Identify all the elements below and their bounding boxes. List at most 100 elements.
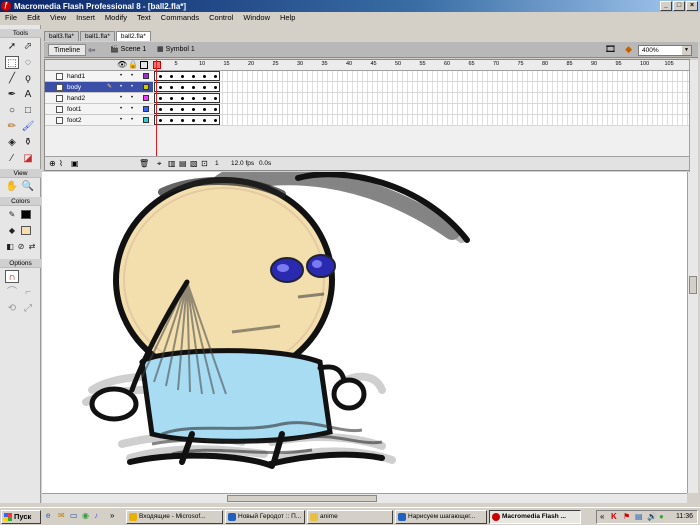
layer-row-hand1[interactable]: hand1 • • (45, 71, 153, 82)
flag-icon[interactable]: ⚑ (623, 511, 630, 523)
scroll-thumb[interactable] (227, 495, 377, 502)
edit-symbol-icon[interactable]: ◆ (625, 44, 632, 55)
layer-outline-color[interactable] (143, 117, 149, 123)
tray-expand-icon[interactable]: « (600, 511, 604, 523)
onion-outline-icon[interactable]: ▤ (179, 159, 187, 168)
stroke-color-icon[interactable]: ✎ (5, 208, 19, 221)
layer-outline-color[interactable] (143, 95, 149, 101)
insert-folder-icon[interactable]: ▣ (71, 159, 79, 168)
stage-canvas[interactable] (42, 172, 687, 493)
center-frame-icon[interactable]: ⌖ (157, 159, 162, 169)
menu-insert[interactable]: Insert (71, 13, 100, 22)
eyedropper-tool-icon[interactable]: ⁄ (5, 152, 19, 165)
layer-frames[interactable] (153, 93, 691, 104)
keyframe-dot[interactable] (214, 86, 217, 89)
rotate-option-icon[interactable]: ⟲ (5, 302, 19, 315)
maximize-button[interactable]: □ (673, 1, 685, 11)
layer-outline-color[interactable] (143, 106, 149, 112)
brush-tool-icon[interactable]: 🖌 (21, 120, 35, 133)
zoom-tool-icon[interactable]: 🔍 (21, 180, 35, 193)
zoom-select[interactable]: 400% ▼ (638, 45, 692, 56)
keyframe-dot[interactable] (181, 108, 184, 111)
lock-icon[interactable]: 🔒 (128, 60, 138, 69)
keyframe-dot[interactable] (203, 75, 206, 78)
task-flash[interactable]: Macromedia Flash ... (489, 510, 581, 524)
free-transform-tool-icon[interactable]: ⬚ (5, 56, 19, 69)
modify-onion-markers-icon[interactable]: ⊡ (201, 159, 208, 168)
doc-tab-ball2[interactable]: ball2.fla* (115, 31, 151, 41)
fill-color-icon[interactable]: ◆ (5, 224, 19, 237)
desktop-icon[interactable]: ▭ (70, 511, 78, 520)
keyframe-dot[interactable] (159, 97, 162, 100)
keyframe-dot[interactable] (192, 86, 195, 89)
task-anime[interactable]: anime (307, 510, 393, 524)
keyframe-span[interactable] (154, 93, 220, 103)
hand-tool-icon[interactable]: ✋ (5, 180, 19, 193)
menu-control[interactable]: Control (204, 13, 238, 22)
menu-help[interactable]: Help (275, 13, 300, 22)
stage-horizontal-scrollbar[interactable] (42, 493, 687, 503)
pen-tool-icon[interactable]: ✒ (5, 88, 19, 101)
task-inbox[interactable]: Входящие - Microsof... (126, 510, 223, 524)
keyframe-dot[interactable] (170, 97, 173, 100)
swap-colors-icon[interactable]: ⇄ (25, 240, 39, 253)
selection-tool-icon[interactable]: ➚ (5, 40, 19, 53)
doc-tab-ball1[interactable]: ball1.fla* (79, 31, 115, 41)
symbol-breadcrumb[interactable]: ▦ Symbol 1 (157, 45, 195, 55)
scroll-thumb[interactable] (689, 276, 697, 294)
ink-bottle-tool-icon[interactable]: ⚱ (21, 136, 35, 149)
layer-outline-color[interactable] (143, 84, 149, 90)
network-icon[interactable]: ▤ (635, 511, 643, 523)
quicklaunch-icon[interactable]: ◉ (82, 511, 89, 520)
antivirus-icon[interactable]: K (611, 511, 617, 523)
keyframe-dot[interactable] (181, 119, 184, 122)
keyframe-dot[interactable] (170, 86, 173, 89)
frame-ruler[interactable]: 1510152025303540455055606570758085909510… (153, 60, 691, 71)
text-tool-icon[interactable]: A (21, 88, 35, 101)
lasso-icon[interactable]: ϙ (21, 72, 35, 85)
scene-breadcrumb[interactable]: 🎬 Scene 1 (110, 45, 146, 55)
keyframe-dot[interactable] (181, 97, 184, 100)
onion-skin-icon[interactable]: ▥ (168, 159, 176, 168)
rectangle-tool-icon[interactable]: □ (21, 104, 35, 117)
show-hide-eye-icon[interactable]: 👁 (117, 60, 127, 69)
keyframe-dot[interactable] (192, 97, 195, 100)
keyframe-span[interactable] (154, 115, 220, 125)
smooth-option-icon[interactable]: ⌒ (5, 286, 19, 299)
timeline-scrollbar[interactable] (689, 60, 698, 172)
outlook-icon[interactable]: ✉ (58, 511, 65, 520)
oval-tool-icon[interactable]: ○ (5, 104, 19, 117)
menu-file[interactable]: File (0, 13, 22, 22)
snap-magnet-icon[interactable]: ∩ (5, 270, 19, 283)
layer-row-foot1[interactable]: foot1 • • (45, 104, 153, 115)
outline-icon[interactable] (140, 61, 148, 69)
layer-frames[interactable] (153, 115, 691, 126)
keyframe-dot[interactable] (192, 75, 195, 78)
keyframe-dot[interactable] (192, 108, 195, 111)
tray-app-icon[interactable]: ● (659, 511, 664, 523)
layer-row-foot2[interactable]: foot2 • • (45, 115, 153, 126)
close-button[interactable]: × (686, 1, 698, 11)
keyframe-span[interactable] (154, 104, 220, 114)
start-button[interactable]: Пуск (1, 510, 41, 524)
keyframe-span[interactable] (154, 71, 220, 81)
keyframe-dot[interactable] (203, 108, 206, 111)
stage-vertical-scrollbar[interactable] (687, 172, 698, 493)
keyframe-dot[interactable] (203, 97, 206, 100)
edit-scene-icon[interactable]: 🎞 (605, 44, 616, 55)
media-icon[interactable]: ♪ (94, 511, 98, 520)
back-arrow-icon[interactable]: ⇦ (88, 45, 96, 56)
straighten-option-icon[interactable]: ⌐ (21, 286, 35, 299)
keyframe-dot[interactable] (170, 119, 173, 122)
keyframe-dot[interactable] (214, 75, 217, 78)
insert-layer-icon[interactable]: ⊕ (49, 159, 56, 168)
lock-dot[interactable]: • (131, 104, 133, 115)
minimize-button[interactable]: _ (660, 1, 672, 11)
stroke-color-swatch[interactable] (21, 210, 31, 219)
layer-frames[interactable] (153, 82, 691, 93)
keyframe-dot[interactable] (159, 86, 162, 89)
keyframe-dot[interactable] (159, 108, 162, 111)
playhead-handle[interactable] (153, 61, 161, 69)
delete-layer-icon[interactable]: 🗑 (139, 159, 149, 168)
keyframe-dot[interactable] (203, 86, 206, 89)
